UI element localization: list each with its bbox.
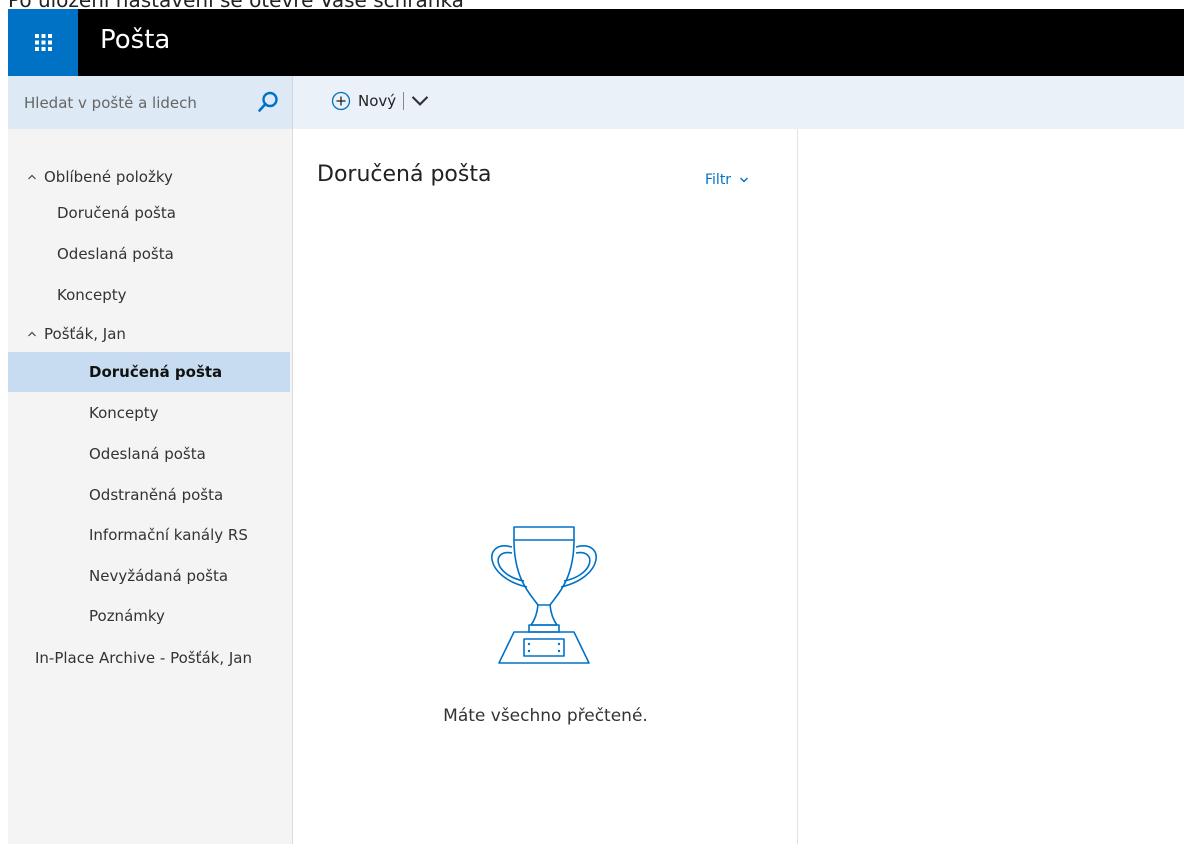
trophy-icon (491, 526, 597, 664)
archive-folder[interactable]: In-Place Archive - Pošťák, Jan (8, 638, 290, 678)
chevron-down-icon (740, 177, 749, 183)
folder-sent[interactable]: Odeslaná pošta (8, 434, 290, 474)
app-title: Pošta (100, 25, 171, 55)
add-circle-icon (331, 91, 351, 111)
filter-label: Filtr (705, 172, 732, 188)
message-list: Doručená pošta Filtr Máte všechno přečte… (293, 129, 798, 844)
folder-junk[interactable]: Nevyžádaná pošta (8, 556, 290, 596)
folder-drafts[interactable]: Koncepty (8, 393, 290, 433)
page-caption: Po úložení nastavení se otevře Vaše schr… (0, 0, 1192, 9)
folder-rss[interactable]: Informační kanály RS (8, 515, 290, 555)
new-message-label: Nový (358, 92, 397, 110)
empty-state-message: Máte všechno přečtené. (443, 706, 648, 726)
favorites-header[interactable]: Oblíbené položky (8, 157, 290, 197)
app-launcher-button[interactable] (8, 9, 78, 76)
command-bar: Nový (293, 76, 1184, 129)
chevron-up-icon (28, 174, 36, 180)
account-label: Pošťák, Jan (44, 325, 126, 343)
separator (403, 92, 405, 110)
reading-pane (798, 129, 1184, 844)
folder-pane: Oblíbené položky Doručená pošta Odeslaná… (8, 129, 293, 844)
account-header[interactable]: Pošťák, Jan (8, 314, 290, 354)
chevron-up-icon (28, 331, 36, 337)
top-bar: Pošta (8, 9, 1184, 76)
search-input[interactable] (8, 76, 248, 129)
new-message-button[interactable]: Nový (331, 91, 437, 111)
filter-button[interactable]: Filtr (705, 172, 749, 188)
favorite-inbox[interactable]: Doručená pošta (8, 193, 290, 233)
favorite-sent[interactable]: Odeslaná pošta (8, 234, 290, 274)
search-box (8, 76, 293, 129)
search-icon[interactable] (256, 90, 280, 114)
chevron-down-icon[interactable] (410, 91, 430, 111)
list-title: Doručená pošta (317, 162, 492, 187)
app-launcher-icon (34, 34, 52, 51)
folder-inbox[interactable]: Doručená pošta (8, 352, 290, 392)
folder-deleted[interactable]: Odstraněná pošta (8, 475, 290, 515)
folder-notes[interactable]: Poznámky (8, 596, 290, 636)
favorite-drafts[interactable]: Koncepty (8, 275, 290, 315)
favorites-label: Oblíbené položky (44, 168, 173, 186)
